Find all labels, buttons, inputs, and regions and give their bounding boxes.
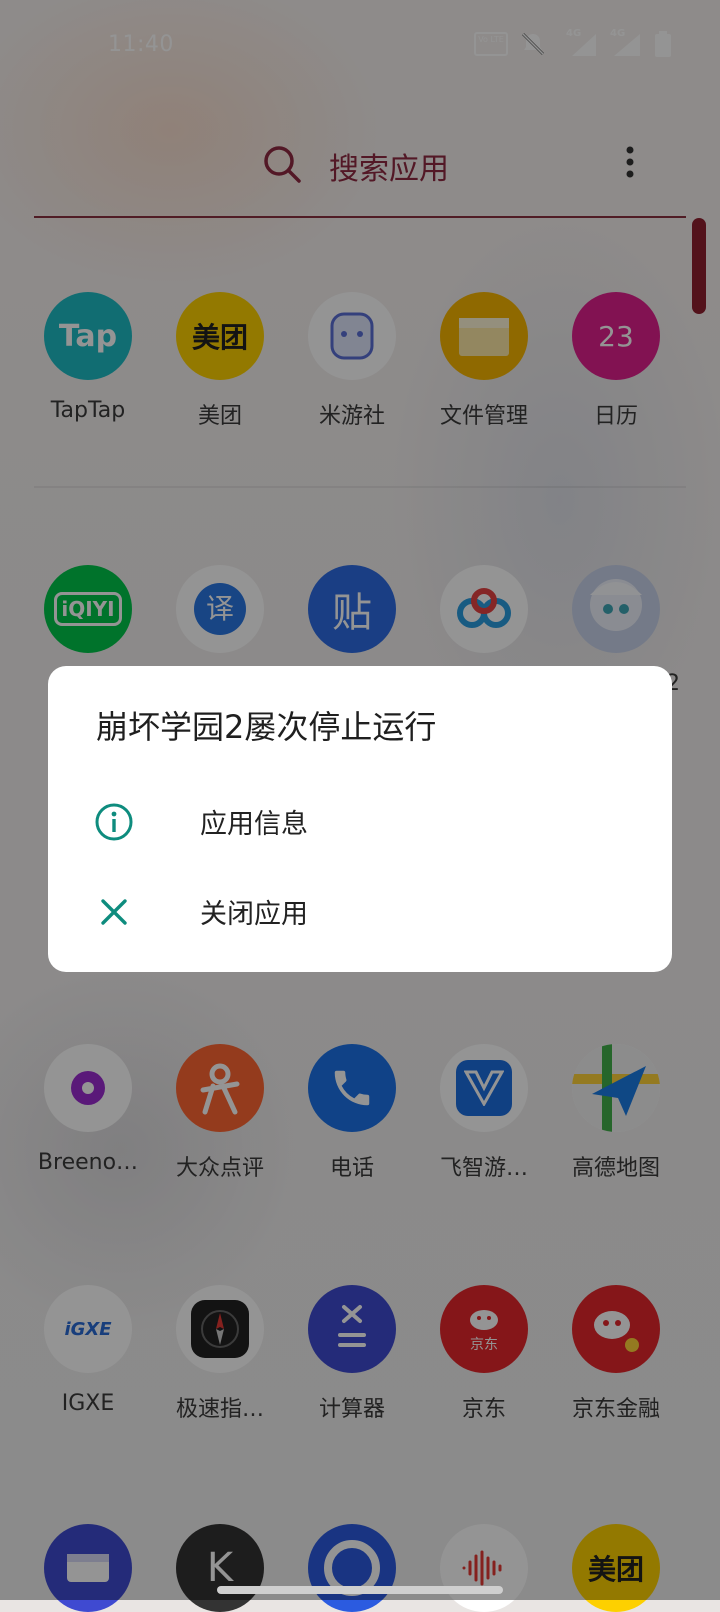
close-app-label: 关闭应用 (200, 899, 308, 930)
gesture-nav-bar[interactable] (217, 1586, 503, 1594)
info-icon (95, 803, 133, 841)
app-info-label: 应用信息 (200, 809, 308, 840)
dialog-title: 崩坏学园2屡次停止运行 (96, 708, 437, 746)
close-app-option[interactable]: 关闭应用 (48, 872, 672, 952)
close-icon (101, 899, 127, 925)
app-crash-dialog: 崩坏学园2屡次停止运行 应用信息 关闭应用 (48, 666, 672, 972)
app-info-option[interactable]: 应用信息 (48, 782, 672, 862)
